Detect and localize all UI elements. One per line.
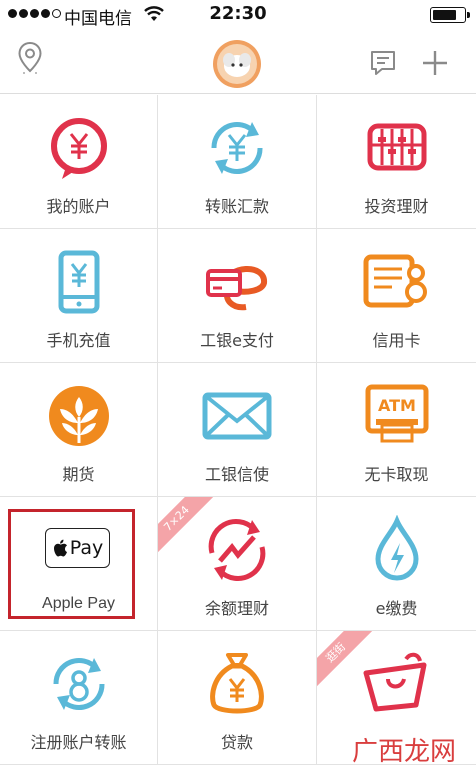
location-icon[interactable] (16, 40, 44, 76)
grid-item-label: e缴费 (375, 599, 418, 618)
register-transfer-icon (52, 658, 105, 710)
grid-item-label: 期货 (62, 465, 95, 484)
grid-item-label: 信用卡 (372, 331, 421, 350)
battery-icon (430, 7, 470, 23)
grid-item-e-payment[interactable]: e缴费 (317, 497, 476, 631)
e-payment-icon (374, 515, 419, 581)
grid-item-invest[interactable]: 投资理财 (317, 95, 476, 229)
balance-invest-icon (208, 519, 266, 581)
messenger-icon (202, 392, 272, 440)
nav-bar (0, 30, 476, 94)
svg-text:ATM: ATM (378, 396, 416, 415)
credit-card-icon (363, 254, 427, 308)
grid-item-label: 投资理财 (364, 197, 429, 216)
watermark: 广西龙网 (351, 737, 456, 767)
transfer-icon (211, 122, 263, 174)
grid-item-label: 手机充值 (46, 331, 111, 350)
grid-item-label: 注册账户转账 (30, 733, 127, 752)
grid-item-loan[interactable]: 贷款 (158, 631, 317, 765)
avatar[interactable] (212, 39, 262, 89)
atm-icon: ATM (365, 384, 428, 443)
grid-item-label: 工银信使 (204, 465, 269, 484)
grid-item-futures[interactable]: 期货 (0, 363, 158, 497)
grid-item-phone-topup[interactable]: 手机充值 (0, 229, 158, 363)
message-icon[interactable] (368, 48, 398, 78)
grid-item-register-transfer[interactable]: 注册账户转账 (0, 631, 158, 765)
add-icon[interactable] (420, 48, 450, 78)
shopping-icon (363, 652, 426, 712)
grid-item-transfer[interactable]: 转账汇款 (158, 95, 317, 229)
loan-icon (210, 653, 264, 714)
phone-topup-icon (58, 250, 99, 314)
grid-item-label: Apple Pay (42, 595, 115, 612)
grid-item-e-pay[interactable]: 工银e支付 (158, 229, 317, 363)
e-pay-icon (206, 266, 267, 311)
grid-item-label: 贷款 (220, 733, 253, 752)
grid-item-label: 我的账户 (46, 197, 111, 216)
apple-logo-icon (53, 539, 67, 556)
grid-item-messenger[interactable]: 工银信使 (158, 363, 317, 497)
apple-pay-icon: Pay (45, 528, 110, 568)
grid-item-label: 余额理财 (204, 599, 269, 618)
grid-item-credit-card[interactable]: 信用卡 (317, 229, 476, 363)
grid-item-my-account[interactable]: 我的账户 (0, 95, 158, 229)
futures-icon (48, 386, 109, 446)
grid-item-cardless-withdraw[interactable]: ATM 无卡取现 (317, 363, 476, 497)
grid-item-label: 无卡取现 (364, 465, 429, 484)
function-grid: 我的账户 转账汇款 投资理财 手机充值 工银e支付 信用卡 期货 工银信使 AT… (0, 95, 476, 776)
grid-item-label: 转账汇款 (204, 197, 269, 216)
status-bar: 中国电信 22:30 (0, 0, 476, 30)
account-icon (50, 118, 107, 179)
grid-item-balance-invest[interactable]: 7×24 余额理财 (158, 497, 317, 631)
grid-item-label: 工银e支付 (200, 331, 274, 350)
apple-pay-badge-text: Pay (69, 537, 104, 559)
clock: 22:30 (209, 3, 267, 24)
invest-icon (367, 123, 426, 171)
